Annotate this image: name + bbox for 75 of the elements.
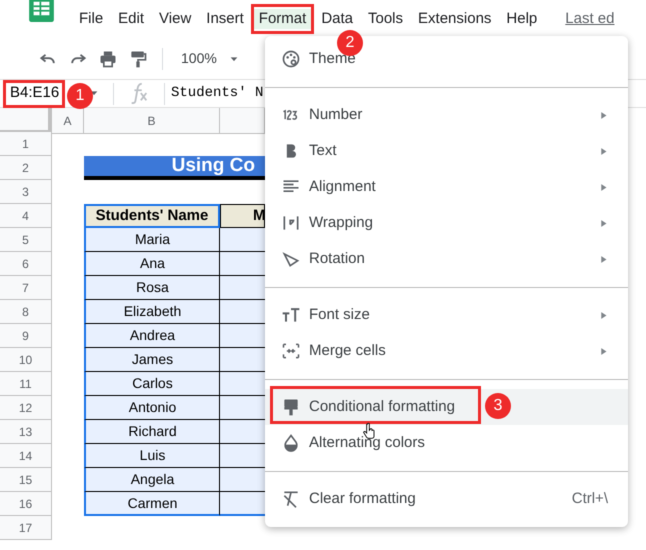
table-cell: James	[84, 348, 220, 372]
merge-icon	[281, 341, 301, 361]
menu-item[interactable]: Tools	[363, 9, 408, 29]
table-cell	[220, 228, 265, 252]
menu-item[interactable]: Extensions	[413, 9, 496, 29]
menu-item[interactable]: Help	[501, 9, 542, 29]
table-cell	[220, 252, 265, 276]
table-cell	[220, 420, 265, 444]
formula-text[interactable]: Students' N	[171, 83, 264, 104]
table-cell	[220, 324, 265, 348]
table-cell: Ana	[84, 252, 220, 276]
shortcut-text: Ctrl+\	[572, 488, 608, 509]
row-header[interactable]: 16	[0, 492, 52, 516]
print-icon[interactable]	[98, 48, 118, 68]
menu-item[interactable]: Format	[254, 9, 312, 29]
table-header: Students' Name	[84, 204, 220, 228]
menu-item[interactable]: View	[154, 9, 196, 29]
row-header[interactable]: 12	[0, 396, 52, 420]
menu-item[interactable]: Font size	[265, 297, 628, 333]
table-cell: Antonio	[84, 396, 220, 420]
row-header[interactable]: 3	[0, 180, 52, 204]
table-cell: Richard	[84, 420, 220, 444]
menu-item[interactable]: Wrapping	[265, 205, 628, 241]
name-box[interactable]: B4:E16	[3, 80, 65, 108]
menu-item[interactable]: Text	[265, 133, 628, 169]
zoom-select[interactable]: 100%	[175, 48, 223, 69]
table-cell	[220, 468, 265, 492]
table-cell: Carmen	[84, 492, 220, 516]
row-header[interactable]: 2	[0, 156, 52, 180]
table-cell: Andrea	[84, 324, 220, 348]
row-header[interactable]: 9	[0, 324, 52, 348]
step-badge: 2	[337, 30, 363, 56]
menu-item[interactable]: Rotation	[265, 241, 628, 277]
menu-item[interactable]: Alignment	[265, 169, 628, 205]
table-cell: Angela	[84, 468, 220, 492]
table-cell	[220, 276, 265, 300]
menu-item[interactable]: Merge cells	[265, 333, 628, 369]
row-header[interactable]: 17	[0, 516, 52, 540]
row-header[interactable]: 5	[0, 228, 52, 252]
menu-item[interactable]: File	[74, 9, 108, 29]
table-cell	[220, 300, 265, 324]
table-cell	[220, 492, 265, 516]
column-header[interactable]: B	[84, 108, 220, 134]
menu-item[interactable]: Data	[316, 9, 358, 29]
table-cell: Maria	[84, 228, 220, 252]
last-edit-link[interactable]: Last ed	[565, 8, 614, 30]
column-header[interactable]: A	[52, 108, 84, 134]
row-header[interactable]: 4	[0, 204, 52, 228]
row-header[interactable]: 10	[0, 348, 52, 372]
row-header[interactable]: 14	[0, 444, 52, 468]
menu-item[interactable]: Alternating colors	[265, 425, 628, 461]
menu-item[interactable]: Edit	[113, 9, 150, 29]
sheets-logo-icon[interactable]	[28, 0, 55, 23]
table-cell: Luis	[84, 444, 220, 468]
sheet-title: Using Co	[84, 156, 265, 180]
menu-item[interactable]: Clear formatting Ctrl+\	[265, 481, 628, 517]
palette-icon	[281, 49, 301, 69]
row-header[interactable]: 8	[0, 300, 52, 324]
menu-item[interactable]: Number	[265, 97, 628, 133]
table-cell	[220, 372, 265, 396]
row-header[interactable]: 15	[0, 468, 52, 492]
table-cell	[220, 444, 265, 468]
row-header[interactable]: 1	[0, 132, 52, 156]
row-header[interactable]: 6	[0, 252, 52, 276]
table-cell: Elizabeth	[84, 300, 220, 324]
table-cell: Rosa	[84, 276, 220, 300]
row-header[interactable]: 11	[0, 372, 52, 396]
table-cell	[220, 396, 265, 420]
row-header[interactable]: 7	[0, 276, 52, 300]
step-badge: 1	[67, 83, 93, 109]
table-cell	[220, 348, 265, 372]
highlight-frame	[250, 4, 314, 34]
menu-item[interactable]: Insert	[201, 9, 249, 29]
row-header[interactable]: 13	[0, 420, 52, 444]
table-cell: Carlos	[84, 372, 220, 396]
